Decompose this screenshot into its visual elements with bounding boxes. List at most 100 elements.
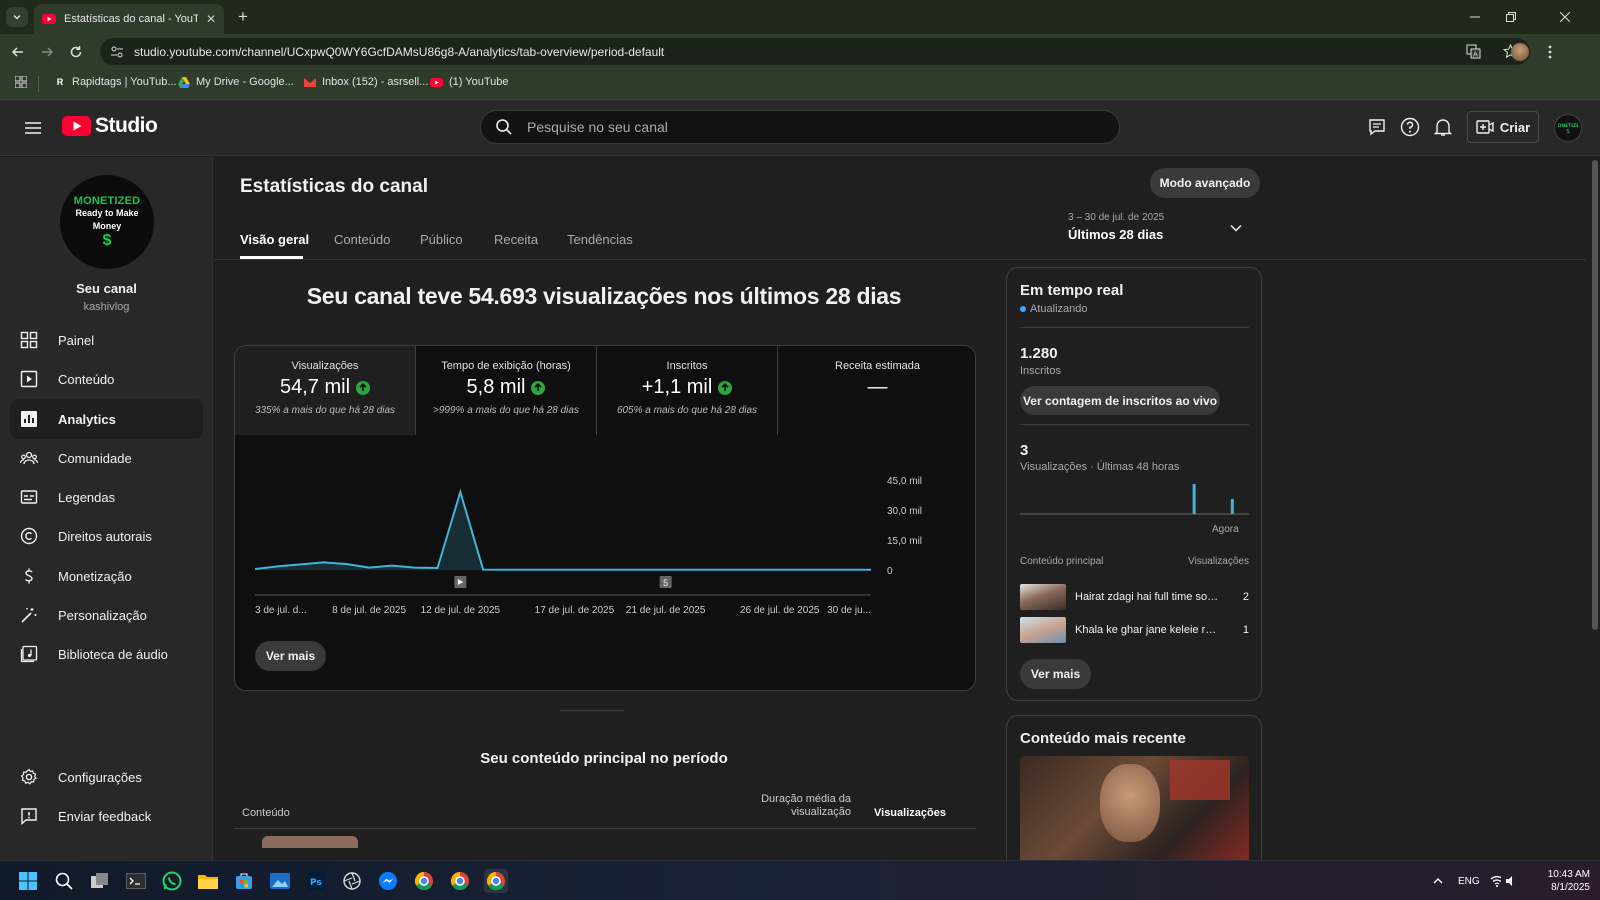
realtime-video-row[interactable]: Hairat zdagi hai full time soch... 2 (1020, 584, 1249, 610)
help-button[interactable] (1399, 116, 1421, 138)
back-button[interactable] (8, 42, 28, 62)
channel-search-box[interactable] (480, 110, 1120, 144)
feedback-icon (20, 807, 38, 825)
sidebar-item-label: Comunidade (58, 450, 132, 466)
tab-conteudo[interactable]: Conteúdo (334, 232, 390, 247)
taskbar-terminal[interactable] (124, 869, 148, 893)
column-header-avg-duration[interactable]: Duração média da visualização (739, 793, 851, 819)
sidebar-item-legendas[interactable]: Legendas (10, 477, 203, 517)
sidebar-item-configuracoes[interactable]: Configurações (10, 757, 203, 797)
sidebar-item-conteudo[interactable]: Conteúdo (10, 359, 203, 399)
search-input[interactable] (527, 119, 1119, 135)
browser-menu-button[interactable] (1540, 42, 1560, 62)
reload-button[interactable] (66, 42, 86, 62)
new-tab-button[interactable]: + (232, 8, 254, 26)
tab-receita[interactable]: Receita (494, 232, 538, 247)
network-volume-button[interactable] (1490, 869, 1514, 893)
x-tick-label: 17 de jul. de 2025 (535, 605, 615, 616)
tab-publico[interactable]: Público (420, 232, 463, 247)
sidebar-item-direitos-autorais[interactable]: Direitos autorais (10, 516, 203, 556)
clock[interactable]: 10:43 AM 8/1/2025 (1538, 868, 1590, 894)
sidebar-item-biblioteca-de-audio[interactable]: Biblioteca de áudio (10, 634, 203, 674)
bookmark-youtube[interactable]: (1) YouTube (430, 76, 509, 88)
restore-button[interactable] (1496, 8, 1526, 26)
show-hidden-icons-button[interactable] (1426, 869, 1450, 893)
divider (1020, 424, 1249, 425)
video-thumbnail[interactable] (262, 836, 358, 848)
sidebar-item-comunidade[interactable]: Comunidade (10, 438, 203, 478)
sidebar-item-analytics[interactable]: Analytics (10, 399, 203, 439)
profile-avatar[interactable] (1510, 42, 1530, 62)
date-period-select[interactable]: Últimos 28 dias (1068, 227, 1163, 242)
live-subscriber-count-button[interactable]: Ver contagem de inscritos ao vivo (1020, 386, 1220, 415)
community-icon (20, 449, 38, 467)
taskbar-chrome-2[interactable] (448, 869, 472, 893)
address-bar[interactable]: studio.youtube.com/channel/UCxpwQ0WY6Gcf… (100, 38, 1530, 65)
channel-avatar[interactable]: MONETIZED Ready to Make Money $ (60, 175, 154, 269)
taskbar-file-explorer[interactable] (196, 869, 220, 893)
minimize-button[interactable] (1460, 8, 1490, 26)
forward-button[interactable] (37, 42, 57, 62)
sidebar-item-painel[interactable]: Painel (10, 320, 203, 360)
column-header-content[interactable]: Conteúdo (242, 807, 290, 819)
metric-views[interactable]: Visualizações 54,7 mil 335% a mais do qu… (235, 346, 416, 435)
realtime-bar (1192, 484, 1196, 514)
close-window-button[interactable] (1550, 8, 1580, 26)
taskbar-chrome-3-active[interactable] (484, 869, 508, 893)
trend-up-icon (356, 380, 371, 395)
taskbar-chrome-1[interactable] (412, 869, 436, 893)
realtime-see-more-button[interactable]: Ver mais (1020, 659, 1091, 689)
photoshop-icon: Ps (307, 872, 325, 890)
taskbar-photoshop[interactable]: Ps (304, 869, 328, 893)
x-tick-label: 3 de jul. d... (255, 605, 307, 616)
messages-button[interactable] (1366, 116, 1388, 138)
realtime-video-row[interactable]: Khala ke ghar jane keleie read... 1 (1020, 617, 1249, 643)
start-button[interactable] (16, 869, 40, 893)
notifications-button[interactable] (1432, 116, 1454, 138)
metric-watch-time[interactable]: Tempo de exibição (horas) 5,8 mil >999% … (416, 346, 597, 435)
browser-tab-active[interactable]: Estatísticas do canal - YouTube ✕ (34, 4, 224, 34)
account-avatar[interactable]: MONETIZED$ (1554, 114, 1582, 142)
bell-icon (1434, 119, 1452, 136)
metric-revenue[interactable]: Receita estimada — (778, 346, 975, 435)
translate-icon[interactable]: A (1466, 44, 1481, 59)
close-tab-icon[interactable]: ✕ (206, 12, 216, 26)
column-header-views[interactable]: Visualizações (874, 807, 946, 819)
task-view-button[interactable] (88, 869, 112, 893)
date-dropdown-button[interactable] (1229, 221, 1243, 235)
apps-button[interactable] (15, 76, 27, 88)
video-title: Khala ke ghar jane keleie read... (1075, 624, 1220, 636)
page-scrollbar[interactable] (1592, 160, 1598, 630)
bookmark-google-drive[interactable]: My Drive - Google... (178, 76, 294, 88)
language-indicator[interactable]: ENG (1458, 876, 1480, 887)
metrics-card: Visualizações 54,7 mil 335% a mais do qu… (234, 345, 976, 691)
sidebar-item-enviar-feedback[interactable]: Enviar feedback (10, 796, 203, 836)
latest-video-thumbnail[interactable] (1020, 756, 1249, 866)
tab-visao-geral[interactable]: Visão geral (240, 232, 309, 247)
date-range-text[interactable]: 3 – 30 de jul. de 2025 (1068, 212, 1164, 223)
chrome-icon (486, 872, 505, 891)
bookmark-gmail[interactable]: Inbox (152) - asrsell... (304, 76, 428, 88)
tab-search-button[interactable] (6, 7, 28, 27)
taskbar-whatsapp[interactable] (160, 869, 184, 893)
chevron-down-icon (13, 14, 21, 20)
studio-logo[interactable]: Studio (62, 114, 158, 138)
create-button[interactable]: Criar (1467, 111, 1539, 143)
taskbar-messenger[interactable] (376, 869, 400, 893)
taskbar-app[interactable] (340, 869, 364, 893)
metric-subscribers[interactable]: Inscritos +1,1 mil 605% a mais do que há… (597, 346, 778, 435)
sidebar-item-monetizacao[interactable]: Monetização (10, 556, 203, 596)
sidebar-item-label: Monetização (58, 568, 132, 584)
bookmark-rapidtags[interactable]: R Rapidtags | YouTub... (54, 76, 177, 88)
taskbar-store[interactable] (232, 869, 256, 893)
taskbar-search-button[interactable] (52, 869, 76, 893)
channel-avatar-icon: MONETIZED$ (1558, 123, 1578, 135)
taskbar-photos[interactable] (268, 869, 292, 893)
tab-tendencias[interactable]: Tendências (567, 232, 633, 247)
sidebar-item-personalizacao[interactable]: Personalização (10, 595, 203, 635)
see-more-button[interactable]: Ver mais (255, 641, 326, 671)
hamburger-menu-button[interactable] (22, 117, 44, 139)
realtime-now-label: Agora (1212, 524, 1239, 535)
advanced-mode-button[interactable]: Modo avançado (1150, 168, 1260, 198)
marker-count-label: 5 (663, 578, 668, 588)
